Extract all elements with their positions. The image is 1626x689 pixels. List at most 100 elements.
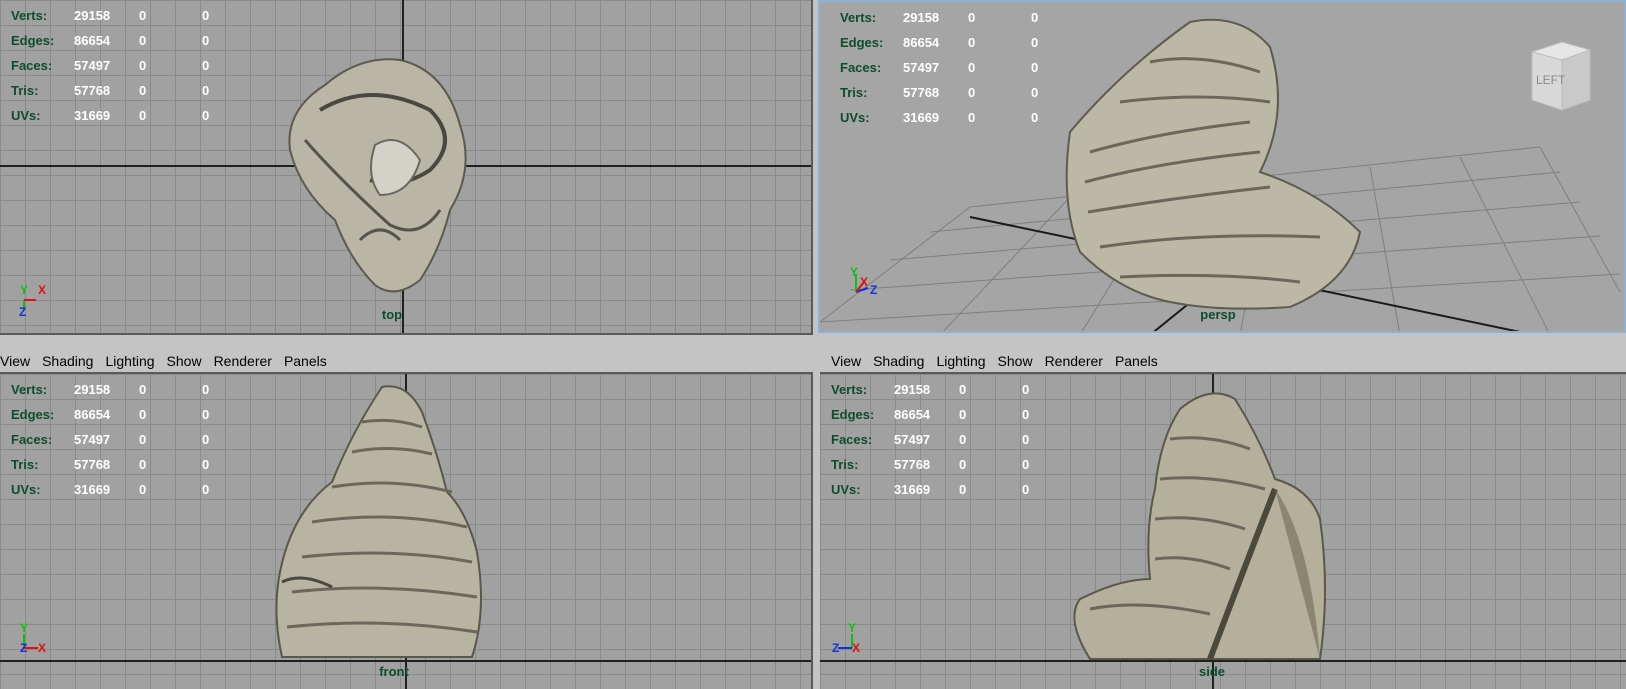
menu-view[interactable]: View bbox=[0, 353, 30, 369]
viewcube[interactable]: LEFT bbox=[1522, 38, 1594, 114]
axis-z-label: Z bbox=[870, 283, 877, 297]
stat-extra: 0 bbox=[1022, 382, 1030, 397]
axis-z-label: Z bbox=[20, 641, 27, 655]
viewport-side[interactable]: Verts: 29158 0 0 Edges: 86654 0 0 Faces: 57497 0… bbox=[820, 372, 1626, 689]
stat-extra: 0 bbox=[202, 8, 210, 23]
menu-shading[interactable]: Shading bbox=[873, 353, 924, 369]
viewport-front[interactable]: Verts: 29158 0 0 Edges: 86654 0 0 Faces: 57497 0… bbox=[0, 372, 813, 689]
axis-gizmo-persp: Y X Z bbox=[850, 266, 877, 297]
stats-hud-front: Verts: 29158 0 0 Edges: 86654 0 0 Faces: 57497 0… bbox=[11, 377, 265, 502]
menu-panels[interactable]: Panels bbox=[284, 353, 327, 369]
stats-hud-top: Verts: 29158 0 0 Edges: 86654 0 0 Faces: 57497 0… bbox=[11, 3, 265, 128]
menu-renderer[interactable]: Renderer bbox=[214, 353, 272, 369]
stat-value: 57768 bbox=[894, 457, 931, 472]
stat-extra: 0 bbox=[1031, 85, 1039, 100]
stat-extra: 0 bbox=[202, 108, 210, 123]
stat-label: Faces: bbox=[11, 58, 53, 73]
stat-row-edges: Edges: 86654 0 0 bbox=[11, 402, 265, 427]
axis-x-label: X bbox=[860, 275, 868, 289]
stat-selected: 0 bbox=[139, 407, 147, 422]
stat-label: Verts: bbox=[840, 10, 877, 25]
axis-y-label: Y bbox=[20, 622, 28, 635]
stat-extra: 0 bbox=[202, 482, 210, 497]
rock-model-front[interactable] bbox=[272, 382, 502, 662]
stat-selected: 0 bbox=[139, 83, 147, 98]
stat-extra: 0 bbox=[202, 382, 210, 397]
axis-gizmo-top: Y X Z bbox=[19, 283, 46, 318]
stat-selected: 0 bbox=[968, 60, 976, 75]
stat-selected: 0 bbox=[959, 407, 967, 422]
menu-show[interactable]: Show bbox=[998, 353, 1033, 369]
stat-label: Verts: bbox=[11, 382, 48, 397]
stat-value: 31669 bbox=[74, 108, 111, 123]
stat-selected: 0 bbox=[139, 482, 147, 497]
rock-model-top[interactable] bbox=[280, 50, 490, 300]
stat-row-tris: Tris: 57768 0 0 bbox=[11, 452, 265, 477]
stat-selected: 0 bbox=[959, 482, 967, 497]
stat-selected: 0 bbox=[968, 85, 976, 100]
stat-row-edges: Edges: 86654 0 0 bbox=[831, 402, 1085, 427]
stat-value: 31669 bbox=[74, 482, 111, 497]
stat-row-verts: Verts: 29158 0 0 bbox=[831, 377, 1085, 402]
stat-row-uvs: UVs: 31669 0 0 bbox=[11, 477, 265, 502]
menu-panels[interactable]: Panels bbox=[1115, 353, 1158, 369]
stat-extra: 0 bbox=[1031, 35, 1039, 50]
axis-x-label: X bbox=[852, 641, 860, 655]
rock-model-side[interactable] bbox=[1060, 379, 1360, 664]
stat-selected: 0 bbox=[139, 58, 147, 73]
stat-label: UVs: bbox=[831, 482, 861, 497]
stat-selected: 0 bbox=[139, 8, 147, 23]
axis-gizmo-front: Y Z X bbox=[20, 622, 46, 655]
stat-label: Edges: bbox=[831, 407, 875, 422]
stat-label: UVs: bbox=[11, 482, 41, 497]
stat-row-uvs: UVs: 31669 0 0 bbox=[831, 477, 1085, 502]
stat-label: Edges: bbox=[840, 35, 884, 50]
menu-shading[interactable]: Shading bbox=[42, 353, 93, 369]
stat-value: 57497 bbox=[74, 432, 111, 447]
stat-row-uvs: UVs: 31669 0 0 bbox=[840, 105, 1094, 130]
camera-label-front: front bbox=[379, 664, 409, 679]
stat-label: Tris: bbox=[11, 83, 39, 98]
menu-lighting[interactable]: Lighting bbox=[105, 353, 154, 369]
camera-label-side: side bbox=[1198, 664, 1226, 679]
axis-y-label: Y bbox=[848, 622, 856, 635]
stat-row-verts: Verts: 29158 0 0 bbox=[11, 3, 265, 28]
stat-selected: 0 bbox=[139, 382, 147, 397]
viewport-persp[interactable]: LEFT Verts: 29158 0 0 Edges: 86654 0 0 Faces: 5… bbox=[818, 0, 1626, 333]
stat-row-uvs: UVs: 31669 0 0 bbox=[11, 103, 265, 128]
axis-y-label: Y bbox=[850, 266, 858, 279]
stat-extra: 0 bbox=[202, 58, 210, 73]
stat-selected: 0 bbox=[968, 110, 976, 125]
menubar-front: View Shading Lighting Show Renderer Pane… bbox=[0, 350, 339, 372]
stat-selected: 0 bbox=[139, 432, 147, 447]
stat-value: 29158 bbox=[74, 8, 111, 23]
stat-extra: 0 bbox=[1022, 457, 1030, 472]
menu-view[interactable]: View bbox=[831, 353, 861, 369]
rock-model-persp[interactable] bbox=[1065, 18, 1362, 310]
stat-extra: 0 bbox=[1022, 482, 1030, 497]
menu-lighting[interactable]: Lighting bbox=[936, 353, 985, 369]
stat-label: Tris: bbox=[11, 457, 39, 472]
stat-row-verts: Verts: 29158 0 0 bbox=[11, 377, 265, 402]
stat-selected: 0 bbox=[968, 35, 976, 50]
viewport-top[interactable]: Verts: 29158 0 0 Edges: 86654 0 0 Faces: 57497 0… bbox=[0, 0, 813, 335]
axis-z-label: Z bbox=[19, 305, 26, 318]
stat-extra: 0 bbox=[202, 432, 210, 447]
camera-label-persp: persp bbox=[1200, 307, 1236, 322]
stat-value: 31669 bbox=[903, 110, 940, 125]
menu-renderer[interactable]: Renderer bbox=[1045, 353, 1103, 369]
menu-show[interactable]: Show bbox=[167, 353, 202, 369]
stat-value: 57768 bbox=[903, 85, 940, 100]
stat-value: 86654 bbox=[74, 407, 111, 422]
stat-row-faces: Faces: 57497 0 0 bbox=[11, 427, 265, 452]
stat-value: 86654 bbox=[894, 407, 931, 422]
stat-extra: 0 bbox=[1031, 110, 1039, 125]
stat-selected: 0 bbox=[959, 432, 967, 447]
stat-selected: 0 bbox=[139, 457, 147, 472]
axis-y-label: Y bbox=[20, 283, 28, 297]
stats-hud-persp: Verts: 29158 0 0 Edges: 86654 0 0 Faces: 57497 0… bbox=[840, 5, 1094, 130]
stat-extra: 0 bbox=[202, 457, 210, 472]
stat-extra: 0 bbox=[202, 407, 210, 422]
stat-selected: 0 bbox=[139, 108, 147, 123]
stat-value: 57497 bbox=[894, 432, 931, 447]
